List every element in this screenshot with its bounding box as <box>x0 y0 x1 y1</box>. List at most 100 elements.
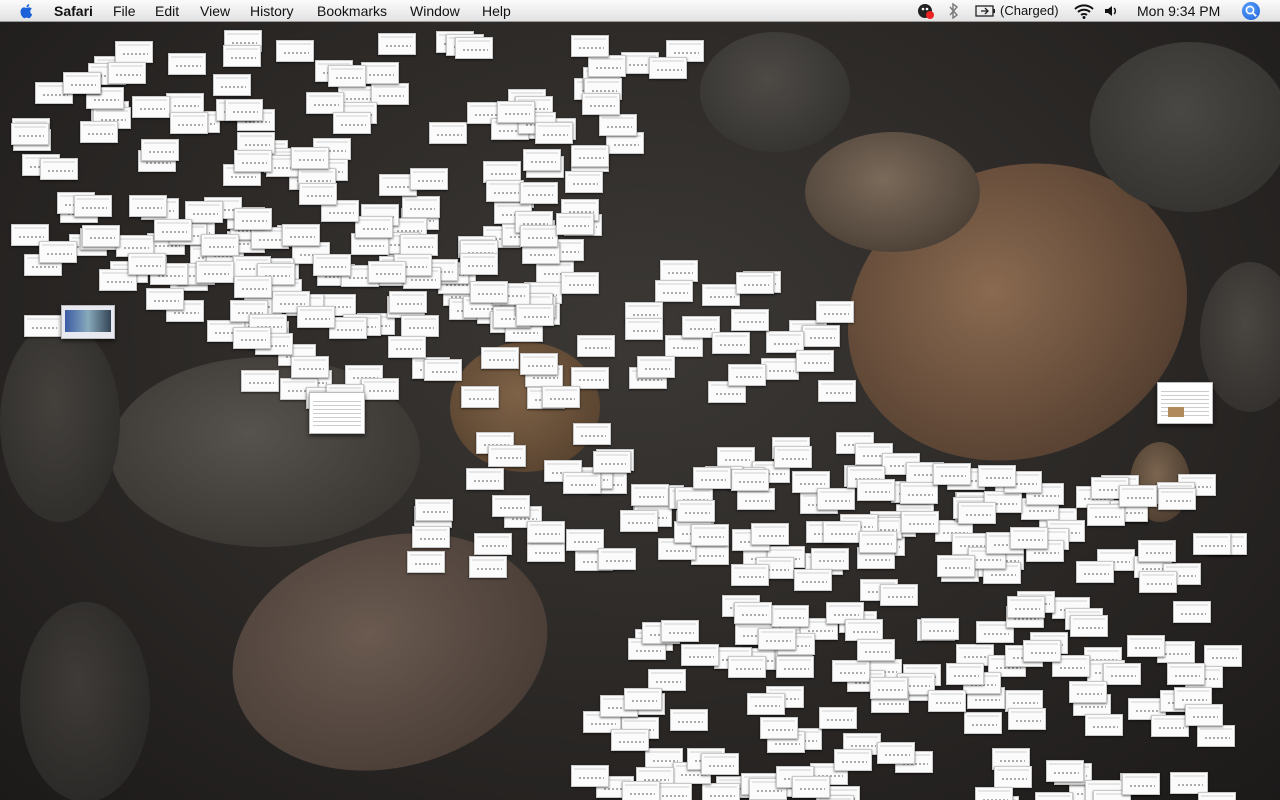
window-thumbnail[interactable] <box>731 309 769 331</box>
window-thumbnail[interactable] <box>660 260 698 282</box>
window-thumbnail[interactable] <box>39 241 77 263</box>
window-thumbnail-large[interactable] <box>309 392 365 434</box>
window-thumbnail[interactable] <box>571 145 609 167</box>
window-thumbnail[interactable] <box>761 358 799 380</box>
window-thumbnail[interactable] <box>415 499 453 521</box>
window-thumbnail[interactable] <box>712 332 750 354</box>
window-thumbnail[interactable] <box>429 122 467 144</box>
menu-history[interactable]: History <box>250 3 294 19</box>
window-thumbnail[interactable] <box>128 253 166 275</box>
window-thumbnail[interactable] <box>225 99 263 121</box>
window-thumbnail[interactable] <box>737 488 775 510</box>
window-thumbnail[interactable] <box>691 524 729 546</box>
app-menu-safari[interactable]: Safari <box>54 3 93 19</box>
window-thumbnail[interactable] <box>1173 601 1211 623</box>
window-thumbnail[interactable] <box>535 122 573 144</box>
window-thumbnail[interactable] <box>816 301 854 323</box>
window-thumbnail[interactable] <box>466 468 504 490</box>
window-thumbnail[interactable] <box>556 213 594 235</box>
window-thumbnail[interactable] <box>410 168 448 190</box>
menu-window[interactable]: Window <box>410 3 460 19</box>
window-thumbnail[interactable] <box>702 783 740 800</box>
window-thumbnail[interactable] <box>819 707 857 729</box>
window-thumbnail[interactable] <box>1127 635 1165 657</box>
window-thumbnail[interactable] <box>771 605 809 627</box>
window-thumbnail[interactable] <box>817 488 855 510</box>
window-thumbnail[interactable] <box>1046 760 1084 782</box>
window-thumbnail[interactable] <box>1076 561 1114 583</box>
window-thumbnail[interactable] <box>665 335 703 357</box>
window-thumbnail[interactable] <box>407 551 445 573</box>
window-thumbnail[interactable] <box>731 564 769 586</box>
window-thumbnail[interactable] <box>378 33 416 55</box>
window-thumbnail[interactable] <box>234 150 272 172</box>
window-thumbnail[interactable] <box>1198 792 1236 800</box>
window-thumbnail[interactable] <box>565 171 603 193</box>
window-thumbnail[interactable] <box>818 380 856 402</box>
window-thumbnail[interactable] <box>461 386 499 408</box>
window-thumbnail[interactable] <box>747 693 785 715</box>
window-thumbnail[interactable] <box>796 350 834 372</box>
window-thumbnail[interactable] <box>593 451 631 473</box>
window-thumbnail[interactable] <box>154 219 192 241</box>
window-thumbnail[interactable] <box>388 336 426 358</box>
window-thumbnail[interactable] <box>201 234 239 256</box>
window-thumbnail[interactable] <box>516 304 554 326</box>
window-thumbnail[interactable] <box>1158 488 1196 510</box>
window-thumbnail[interactable] <box>637 356 675 378</box>
window-thumbnail[interactable] <box>649 57 687 79</box>
window-thumbnail[interactable] <box>751 523 789 545</box>
window-thumbnail[interactable] <box>774 446 812 468</box>
window-thumbnail[interactable] <box>355 216 393 238</box>
window-thumbnail[interactable] <box>946 663 984 685</box>
window-thumbnail[interactable] <box>313 254 351 276</box>
window-thumbnail[interactable] <box>389 291 427 313</box>
window-thumbnail[interactable] <box>368 261 406 283</box>
window-thumbnail[interactable] <box>234 276 272 298</box>
window-thumbnail[interactable] <box>1070 615 1108 637</box>
window-thumbnail[interactable] <box>361 378 399 400</box>
window-thumbnail[interactable] <box>241 370 279 392</box>
window-thumbnail[interactable] <box>670 709 708 731</box>
window-thumbnail[interactable] <box>701 753 739 775</box>
window-thumbnail[interactable] <box>520 353 558 375</box>
window-thumbnail[interactable] <box>141 139 179 161</box>
window-thumbnail[interactable] <box>1197 725 1235 747</box>
window-thumbnail[interactable] <box>401 315 439 337</box>
window-thumbnail[interactable] <box>900 482 938 504</box>
window-thumbnail[interactable] <box>1085 714 1123 736</box>
window-thumbnail[interactable] <box>520 225 558 247</box>
window-thumbnail[interactable] <box>731 469 769 491</box>
bluetooth-icon[interactable] <box>948 2 960 20</box>
window-thumbnail[interactable] <box>1010 527 1048 549</box>
window-thumbnail[interactable] <box>964 712 1002 734</box>
window-thumbnail[interactable] <box>859 531 897 553</box>
window-thumbnail[interactable] <box>24 315 62 337</box>
window-thumbnail[interactable] <box>622 781 660 800</box>
window-thumbnail[interactable] <box>582 93 620 115</box>
window-thumbnail[interactable] <box>1151 715 1189 737</box>
window-thumbnail[interactable] <box>901 511 939 533</box>
window-thumbnail[interactable] <box>527 540 565 562</box>
window-thumbnail[interactable] <box>455 37 493 59</box>
window-thumbnail[interactable] <box>877 742 915 764</box>
window-thumbnail[interactable] <box>571 765 609 787</box>
app-status-icon[interactable] <box>917 2 935 20</box>
window-thumbnail[interactable] <box>233 327 271 349</box>
window-thumbnail[interactable] <box>832 660 870 682</box>
window-thumbnail[interactable] <box>1035 792 1073 800</box>
window-thumbnail[interactable] <box>82 225 120 247</box>
window-thumbnail[interactable] <box>571 35 609 57</box>
window-thumbnail[interactable] <box>223 45 261 67</box>
window-thumbnail[interactable] <box>297 306 335 328</box>
window-thumbnail[interactable] <box>168 53 206 75</box>
window-thumbnail[interactable] <box>880 584 918 606</box>
window-thumbnail[interactable] <box>691 543 729 565</box>
window-thumbnail[interactable] <box>196 261 234 283</box>
window-thumbnail[interactable] <box>734 602 772 624</box>
window-thumbnail[interactable] <box>625 318 663 340</box>
window-thumbnail[interactable] <box>328 65 366 87</box>
window-thumbnail[interactable] <box>573 423 611 445</box>
window-thumbnail[interactable] <box>1008 708 1046 730</box>
window-thumbnail[interactable] <box>561 272 599 294</box>
